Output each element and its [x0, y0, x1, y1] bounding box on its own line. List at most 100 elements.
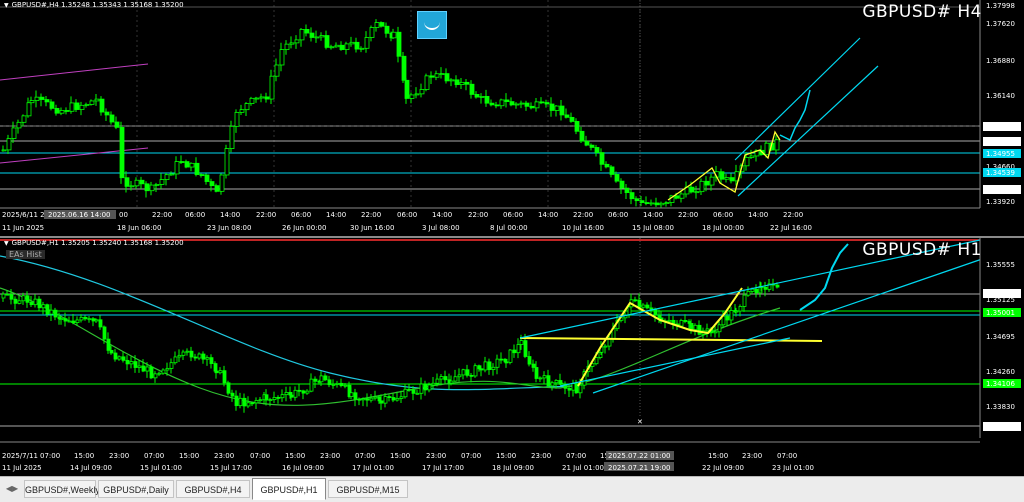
h4-candle — [26, 102, 32, 117]
h4-candle — [529, 105, 535, 109]
h4-chart-canvas[interactable]: 1.37998 1.37620 1.36880 1.36140 1.35500 1.352… — [0, 0, 1024, 236]
h4-candle — [484, 96, 490, 104]
h1-x-label: 23:00 — [531, 452, 551, 460]
h1-candle — [37, 298, 42, 309]
h4-candle — [259, 96, 265, 99]
h4-header: ▼ GBPUSD#,H4 1.35248 1.35343 1.35168 1.35… — [4, 1, 184, 9]
h4-candle — [79, 104, 85, 110]
h1-candle — [483, 361, 488, 371]
h1-candle — [49, 309, 54, 315]
expert-advisor-smiley-icon[interactable] — [417, 11, 447, 39]
tab-h4[interactable]: GBPUSD#,H4 — [176, 480, 250, 498]
h4-candle — [329, 46, 335, 49]
tab-h1[interactable]: GBPUSD#,H1 — [252, 478, 326, 500]
h4-date-label: 15 Jul 08:00 — [632, 224, 674, 232]
tab-daily[interactable]: GBPUSD#,Daily — [98, 480, 174, 498]
h1-candle — [297, 389, 302, 392]
h4-candle — [514, 103, 520, 106]
h4-candle — [719, 171, 725, 180]
collapse-triangle-icon[interactable]: ▼ — [4, 2, 9, 9]
h1-candle — [487, 361, 492, 370]
h4-y-label: 1.33920 — [986, 198, 1015, 206]
h4-candle — [379, 22, 385, 27]
h4-candle — [154, 184, 160, 186]
h1-symbol-label: GBPUSD# H1 — [862, 240, 982, 260]
h1-candle — [5, 293, 10, 296]
h1-candle — [473, 365, 478, 377]
h4-candle — [34, 96, 40, 102]
h1-candle — [633, 299, 638, 302]
h4-candle — [29, 100, 35, 104]
h4-candle — [44, 99, 50, 103]
h4-candle — [674, 195, 680, 199]
h1-x-label: 07:00 — [461, 452, 481, 460]
h4-date-label: 30 Jun 16:00 — [350, 224, 394, 232]
h4-candle — [439, 73, 445, 75]
h1-candle — [53, 309, 58, 318]
h1-candle — [667, 319, 672, 322]
h1-candle — [327, 379, 332, 386]
h4-candle — [109, 114, 115, 123]
h1-candle — [357, 398, 362, 401]
h4-chart-pane[interactable]: 1.37998 1.37620 1.36880 1.36140 1.35500 1.352… — [0, 0, 1024, 236]
h4-x-label: 22:00 — [678, 211, 698, 219]
h1-candle — [33, 298, 38, 306]
h1-candle — [83, 316, 88, 320]
h4-candle — [419, 89, 425, 95]
h1-candle — [399, 396, 404, 399]
h4-candle — [494, 104, 500, 107]
h1-candle — [725, 315, 730, 321]
h1-candle — [17, 300, 22, 304]
h1-candle — [145, 366, 150, 372]
h1-candle — [349, 392, 354, 398]
h1-x-marker-icon: ✕ — [637, 418, 643, 426]
h1-candle — [559, 382, 564, 385]
h4-candle — [639, 200, 645, 203]
h1-candle — [230, 392, 235, 397]
h4-candle — [209, 181, 215, 187]
h1-candle — [246, 402, 251, 407]
h4-x-label: 22:00 — [468, 211, 488, 219]
h4-candle — [74, 102, 80, 110]
h4-candle — [21, 115, 27, 123]
h1-x-label: 2025.07.22 01:00 — [608, 452, 670, 460]
h1-candle — [153, 373, 158, 379]
h1-x-label: 23:00 — [742, 452, 762, 460]
h1-date-label: 2025.07.21 19:00 — [608, 464, 670, 472]
h1-candle — [729, 310, 734, 321]
tab-scroll-icon[interactable]: ◀▶ — [5, 483, 19, 495]
h1-chart-canvas[interactable]: ✕1.355551.352001.351251.350011.346951.34… — [0, 238, 1024, 474]
h4-candle — [239, 109, 245, 113]
h4-x-label: 14:00 — [326, 211, 346, 219]
h4-candle — [534, 101, 540, 109]
h1-candle — [738, 306, 743, 312]
tab-m15[interactable]: GBPUSD#,M15 — [328, 480, 408, 498]
h1-x-label: 23:00 — [320, 452, 340, 460]
h4-candle — [69, 102, 75, 112]
h4-candle — [164, 174, 170, 180]
h4-candle — [309, 32, 315, 38]
h1-candle — [201, 353, 206, 360]
h4-candle — [689, 186, 695, 193]
h1-candle — [63, 318, 68, 322]
h1-candle — [91, 318, 96, 322]
tab-weekly[interactable]: GBPUSD#,Weekly — [24, 480, 100, 498]
h1-chart-pane[interactable]: ✕ 1.35555 1.35200 1.35125 1.35001 1.34695 1.34… — [0, 238, 1024, 474]
h4-x-label: 14:00 — [432, 211, 452, 219]
h1-x-label: 15:00 — [708, 452, 728, 460]
h4-x-label: 14:00 — [748, 211, 768, 219]
h1-candle — [189, 350, 194, 358]
h4-candle — [444, 73, 450, 82]
h1-candle — [679, 320, 684, 327]
h1-candle — [379, 400, 384, 404]
h1-date-label: 21 Jul 01:00 — [562, 464, 604, 472]
h4-date-label: 23 Jun 08:00 — [207, 224, 251, 232]
h1-candle — [169, 362, 174, 369]
h1-candle — [717, 324, 722, 333]
h1-candle — [465, 369, 470, 376]
h1-candle — [508, 349, 513, 363]
h4-candle — [479, 96, 485, 98]
h4-candle — [279, 49, 285, 66]
collapse-triangle-icon[interactable]: ▼ — [4, 240, 9, 247]
h1-date-label: 15 Jul 01:00 — [140, 464, 182, 472]
